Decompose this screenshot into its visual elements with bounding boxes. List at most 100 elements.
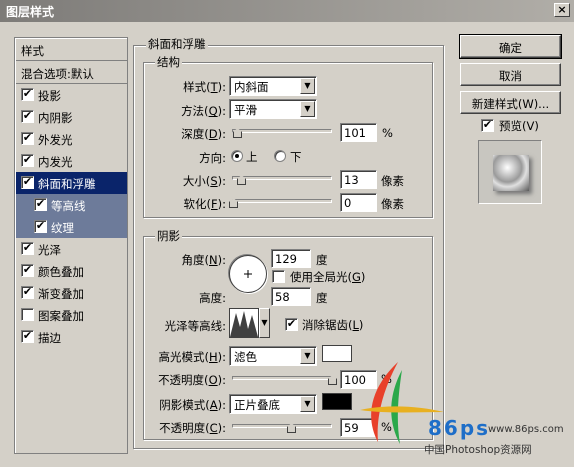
shadow-color-swatch[interactable] (322, 393, 352, 410)
size-label: 大小(S): (182, 174, 226, 188)
size-input[interactable]: 13 (340, 170, 377, 189)
shadow-mode-label: 阴影模式(A): (159, 398, 226, 412)
highlight-opacity-track[interactable] (232, 376, 332, 380)
sidebar-item-checkbox[interactable]: ✔ (21, 110, 34, 123)
gloss-contour-preview[interactable] (229, 308, 259, 338)
sidebar-item-label: 内阴影 (38, 111, 73, 125)
sidebar-item-checkbox[interactable]: ✔ (21, 176, 34, 189)
sidebar-item-checkbox[interactable]: ✔ (21, 154, 34, 167)
size-unit: 像素 (381, 174, 404, 188)
style-list: 样式 混合选项:默认 ✔ 投影 ✔ 内阴影 ✔ 外发光 ✔ 内发光 ✔ 斜面和浮雕 ✔ 等高线 ✔ 纹理 ✔… (14, 37, 128, 454)
antialias-label[interactable]: 消除锯齿(L) (302, 317, 363, 333)
antialias-checkbox[interactable]: ✔ (285, 318, 298, 331)
gloss-contour-label: 光泽等高线: (164, 319, 226, 333)
highlight-mode-label: 高光模式(H): (158, 350, 226, 364)
sidebar-item-checkbox[interactable]: ✔ (34, 198, 47, 211)
sidebar-item-label: 外发光 (38, 133, 73, 147)
chevron-down-icon: ▼ (300, 396, 315, 412)
sidebar-item-label: 内发光 (38, 155, 73, 169)
angle-dial[interactable] (229, 255, 267, 293)
shadow-opacity-label: 不透明度(C): (159, 421, 226, 435)
depth-input[interactable]: 101 (340, 123, 377, 142)
direction-down-radio[interactable] (274, 150, 286, 162)
direction-up-radio[interactable] (231, 150, 243, 162)
sidebar-item-checkbox[interactable]: ✔ (21, 330, 34, 343)
direction-up-label[interactable]: 上 (246, 149, 258, 165)
sidebar-item[interactable]: ✔ 投影 (16, 84, 127, 106)
crosshair-icon (244, 270, 252, 278)
sidebar-item-checkbox[interactable] (21, 308, 34, 321)
angle-unit: 度 (316, 253, 328, 267)
technique-label: 方法(Q): (181, 104, 226, 118)
sidebar-item-checkbox[interactable]: ✔ (21, 286, 34, 299)
gloss-contour-dropdown[interactable]: ▼ (259, 308, 270, 338)
altitude-unit: 度 (316, 291, 328, 305)
sidebar-item-checkbox[interactable]: ✔ (21, 132, 34, 145)
soften-input[interactable]: 0 (340, 193, 377, 212)
bevel-emboss-title: 斜面和浮雕 (146, 36, 208, 52)
soften-slider-track[interactable] (232, 199, 332, 203)
preview-label[interactable]: 预览(V) (499, 118, 539, 134)
sidebar-item[interactable]: ✔ 颜色叠加 (16, 260, 127, 282)
global-light-label[interactable]: 使用全局光(G) (290, 269, 365, 285)
depth-label: 深度(D): (181, 127, 226, 141)
watermark-brand: 86ps (428, 416, 491, 440)
sidebar-item[interactable]: ✔ 内阴影 (16, 106, 127, 128)
structure-title: 结构 (155, 54, 182, 70)
angle-input[interactable]: 129 (271, 249, 311, 268)
sidebar-item-label: 纹理 (51, 221, 74, 235)
sidebar-item-label: 图案叠加 (38, 309, 84, 323)
highlight-opacity-label: 不透明度(O): (158, 373, 226, 387)
sidebar-item-checkbox[interactable]: ✔ (21, 242, 34, 255)
sidebar-item-label: 光泽 (38, 243, 61, 257)
sidebar-item-checkbox[interactable]: ✔ (34, 220, 47, 233)
shadow-mode-select[interactable]: 正片叠底 ▼ (229, 394, 317, 414)
window-title: 图层样式 (6, 5, 55, 19)
sidebar-item[interactable]: ✔ 等高线 (16, 194, 127, 216)
style-label: 样式(T): (183, 80, 226, 94)
sidebar-item-label: 斜面和浮雕 (38, 177, 96, 191)
ok-button[interactable]: 确定 (459, 34, 562, 59)
chevron-down-icon: ▼ (261, 318, 268, 327)
depth-unit: % (382, 126, 393, 140)
watermark-caption: 中国Photoshop资源网 (424, 444, 532, 456)
chevron-down-icon: ▼ (300, 101, 315, 117)
angle-label: 角度(N): (181, 253, 226, 267)
highlight-mode-select[interactable]: 滤色 ▼ (229, 346, 317, 366)
sidebar-item[interactable]: ✔ 渐变叠加 (16, 282, 127, 304)
title-bar: 图层样式 (0, 0, 574, 22)
sidebar-item[interactable]: ✔ 光泽 (16, 238, 127, 260)
sidebar-item[interactable]: 图案叠加 (16, 304, 127, 326)
styles-header[interactable]: 样式 (16, 39, 127, 61)
style-select[interactable]: 内斜面 ▼ (229, 76, 317, 96)
technique-select[interactable]: 平滑 ▼ (229, 99, 317, 119)
sidebar-item[interactable]: ✔ 斜面和浮雕 (16, 172, 127, 194)
style-preview-thumbnail (478, 140, 542, 204)
sidebar-item[interactable]: ✔ 纹理 (16, 216, 127, 238)
sidebar-item[interactable]: ✔ 描边 (16, 326, 127, 348)
direction-down-label[interactable]: 下 (290, 149, 302, 165)
sidebar-item-checkbox[interactable]: ✔ (21, 264, 34, 277)
contour-curve-icon (230, 311, 258, 337)
highlight-color-swatch[interactable] (322, 345, 352, 362)
close-button[interactable]: × (554, 3, 570, 17)
depth-slider-track[interactable] (232, 129, 332, 133)
global-light-checkbox[interactable] (272, 270, 285, 283)
preview-swatch (493, 155, 529, 191)
sidebar-item[interactable]: ✔ 外发光 (16, 128, 127, 150)
shadow-opacity-track[interactable] (232, 424, 332, 428)
cancel-button[interactable]: 取消 (460, 63, 561, 86)
sidebar-item-label: 渐变叠加 (38, 287, 84, 301)
sidebar-item-label: 投影 (38, 89, 61, 103)
sidebar-item-label: 颜色叠加 (38, 265, 84, 279)
size-slider-track[interactable] (232, 176, 332, 180)
altitude-input[interactable]: 58 (271, 287, 311, 306)
sidebar-item-label: 描边 (38, 331, 61, 345)
altitude-label: 高度: (199, 291, 226, 305)
new-style-button[interactable]: 新建样式(W)... (460, 91, 561, 114)
sidebar-item-checkbox[interactable]: ✔ (21, 88, 34, 101)
sidebar-item[interactable]: ✔ 内发光 (16, 150, 127, 172)
preview-checkbox[interactable]: ✔ (481, 119, 494, 132)
chevron-down-icon: ▼ (300, 78, 315, 94)
blend-options-item[interactable]: 混合选项:默认 (16, 62, 127, 84)
